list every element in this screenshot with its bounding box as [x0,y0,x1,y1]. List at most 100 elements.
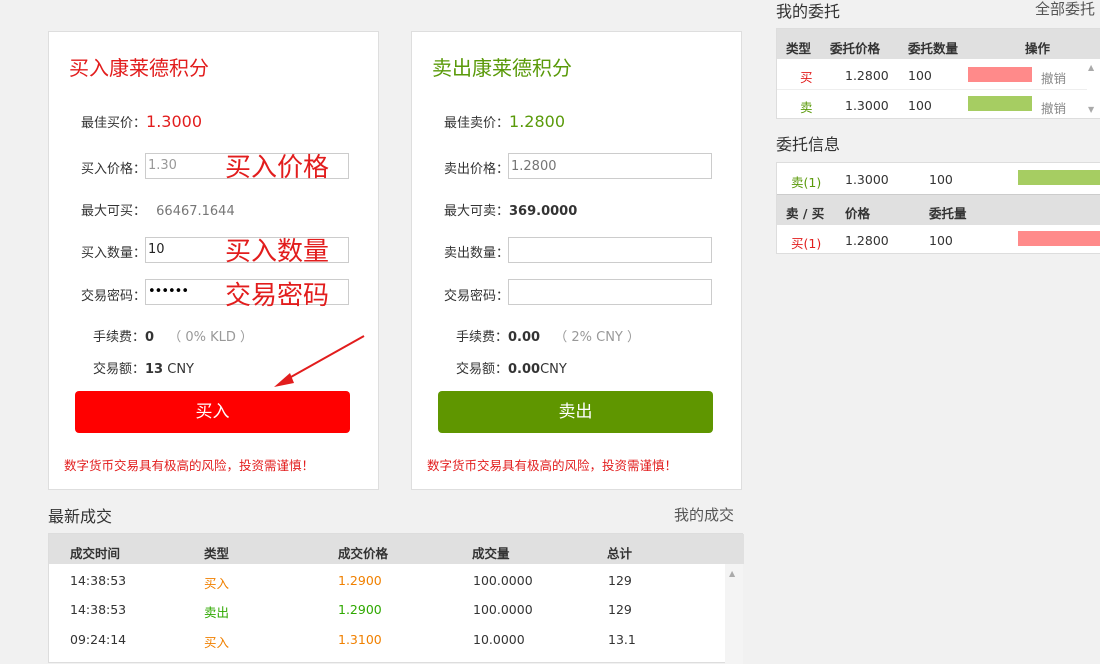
trades-header-time: 成交时间 [70,546,121,561]
order-book: 卖(1) 1.3000 100 卖 / 买 价格 委托量 买(1) 1.2800… [776,162,1100,254]
buy-fee-row: 手续费：0 （ 0% KLD ） [93,326,253,345]
sell-level-price: 1.3000 [845,172,889,187]
trades-header-price: 成交价格 [338,546,389,561]
trades-table: 成交时间 类型 成交价格 成交量 总计 14:38:53 买入 1.2900 1… [48,533,744,664]
trade-total: 129 [608,602,632,617]
buy-amount-value: 13 [145,362,164,377]
sell-fee-note: （ 2% CNY ） [554,330,640,345]
sell-depth-bar [1018,170,1100,185]
order-type: 卖 [800,100,813,115]
trade-total: 13.1 [608,632,636,647]
buy-max-row: 最大可买： 66467.1644 [81,200,235,219]
cancel-order-link[interactable]: 撤销 [1041,98,1066,117]
trades-header [49,534,744,564]
sell-qty-input[interactable] [508,237,712,263]
sell-price-input[interactable] [508,153,712,179]
trade-total: 129 [608,573,632,588]
my-orders-title: 我的委托 [776,2,841,21]
buy-pwd-label: 交易密码： [81,289,147,304]
latest-trades-title: 最新成交 [48,507,113,526]
arrow-annotation-icon [274,335,365,387]
trade-qty: 100.0000 [473,573,533,588]
my-orders-header-action: 操作 [1025,41,1051,56]
buy-pwd-input-value: •••••• [148,284,189,299]
order-qty: 100 [908,98,932,113]
trade-price: 1.3100 [338,632,382,647]
trade-time: 14:38:53 [70,602,127,617]
buy-price-annotation: 买入价格 [225,153,330,183]
sell-amount-value: 0.00 [508,362,541,377]
sell-panel: 卖出康莱德积分 最佳卖价：1.2800 卖出价格： 最大可卖：369.0000 … [411,31,742,490]
buy-depth-bar [1018,231,1100,246]
trade-time: 14:38:53 [70,573,127,588]
buy-panel: 买入康莱德积分 最佳买价：1.3000 买入价格： 1.30 买入价格 最大可买… [48,31,379,490]
sell-best-price-value: 1.2800 [509,112,565,131]
trade-time: 09:24:14 [70,632,127,647]
trade-type: 买入 [204,576,230,591]
row-divider [777,89,1087,90]
buy-price-label: 买入价格： [81,162,147,177]
buy-level-qty: 100 [929,233,953,248]
buy-amount-row: 交易额：13 CNY [93,358,194,377]
order-bar [968,96,1032,111]
buy-fee-value: 0 [145,330,155,345]
trades-scrollbar[interactable] [725,564,743,664]
trades-header-total: 总计 [607,546,633,561]
buy-warning: 数字货币交易具有极高的风险，投资需谨慎！ [64,458,315,473]
order-price: 1.3000 [845,98,889,113]
my-trades-link[interactable]: 我的成交 [674,504,734,525]
sell-max-row: 最大可卖：369.0000 [444,200,577,219]
sell-panel-title: 卖出康莱德积分 [432,56,572,80]
trade-qty: 100.0000 [473,602,533,617]
order-bar [968,67,1032,82]
all-orders-link[interactable]: 全部委托 [1035,0,1095,19]
order-type: 买 [800,70,813,85]
my-orders-table: 类型 委托价格 委托数量 操作 买 1.2800 100 撤销 卖 1.3000… [776,28,1100,119]
buy-max-value: 66467.1644 [156,204,235,219]
order-price: 1.2800 [845,68,889,83]
sell-level-qty: 100 [929,172,953,187]
order-book-header-qty: 委托量 [929,206,967,221]
sell-fee-value: 0.00 [508,330,541,345]
my-orders-header-qty: 委托数量 [908,41,959,56]
buy-best-price-row: 最佳买价：1.3000 [81,112,202,131]
buy-level-label: 买(1) [791,236,822,251]
scroll-down-icon[interactable]: ▼ [1088,105,1094,114]
trades-header-qty: 成交量 [472,546,510,561]
buy-max-label: 最大可买： [81,204,147,219]
buy-fee-label: 手续费： [93,330,146,345]
trade-type: 卖出 [204,605,230,620]
buy-panel-title: 买入康莱德积分 [69,56,209,80]
sell-pwd-input[interactable] [508,279,712,305]
scroll-up-icon[interactable]: ▲ [1088,63,1094,72]
order-book-header-side: 卖 / 买 [786,206,825,221]
sell-max-value: 369.0000 [509,204,578,219]
order-book-header-price: 价格 [845,206,871,221]
sell-pwd-label: 交易密码： [444,289,510,304]
sell-button[interactable]: 卖出 [438,391,713,433]
buy-best-price-value: 1.3000 [146,112,202,131]
trade-price: 1.2900 [338,573,382,588]
scroll-up-icon[interactable]: ▲ [729,569,735,578]
buy-amount-unit: CNY [163,362,194,377]
buy-qty-input-value: 10 [148,242,165,257]
buy-best-price-label: 最佳买价： [81,116,147,131]
buy-price-input-value: 1.30 [148,158,177,173]
sell-amount-row: 交易额：0.00CNY [456,358,567,377]
sell-price-label: 卖出价格： [444,162,510,177]
order-qty: 100 [908,68,932,83]
sell-warning: 数字货币交易具有极高的风险，投资需谨慎！ [427,458,678,473]
sell-qty-label: 卖出数量： [444,246,510,261]
sell-fee-label: 手续费： [456,330,509,345]
buy-button[interactable]: 买入 [75,391,350,433]
buy-fee-note: （ 0% KLD ） [168,330,254,345]
sell-level-label: 卖(1) [791,175,822,190]
buy-qty-annotation: 买入数量 [225,237,330,267]
sell-amount-label: 交易额： [456,362,509,377]
trades-header-type: 类型 [204,546,230,561]
cancel-order-link[interactable]: 撤销 [1041,68,1066,87]
sell-amount-unit: CNY [540,362,567,377]
my-orders-header-price: 委托价格 [830,41,881,56]
sell-best-price-label: 最佳卖价： [444,116,510,131]
trade-qty: 10.0000 [473,632,525,647]
